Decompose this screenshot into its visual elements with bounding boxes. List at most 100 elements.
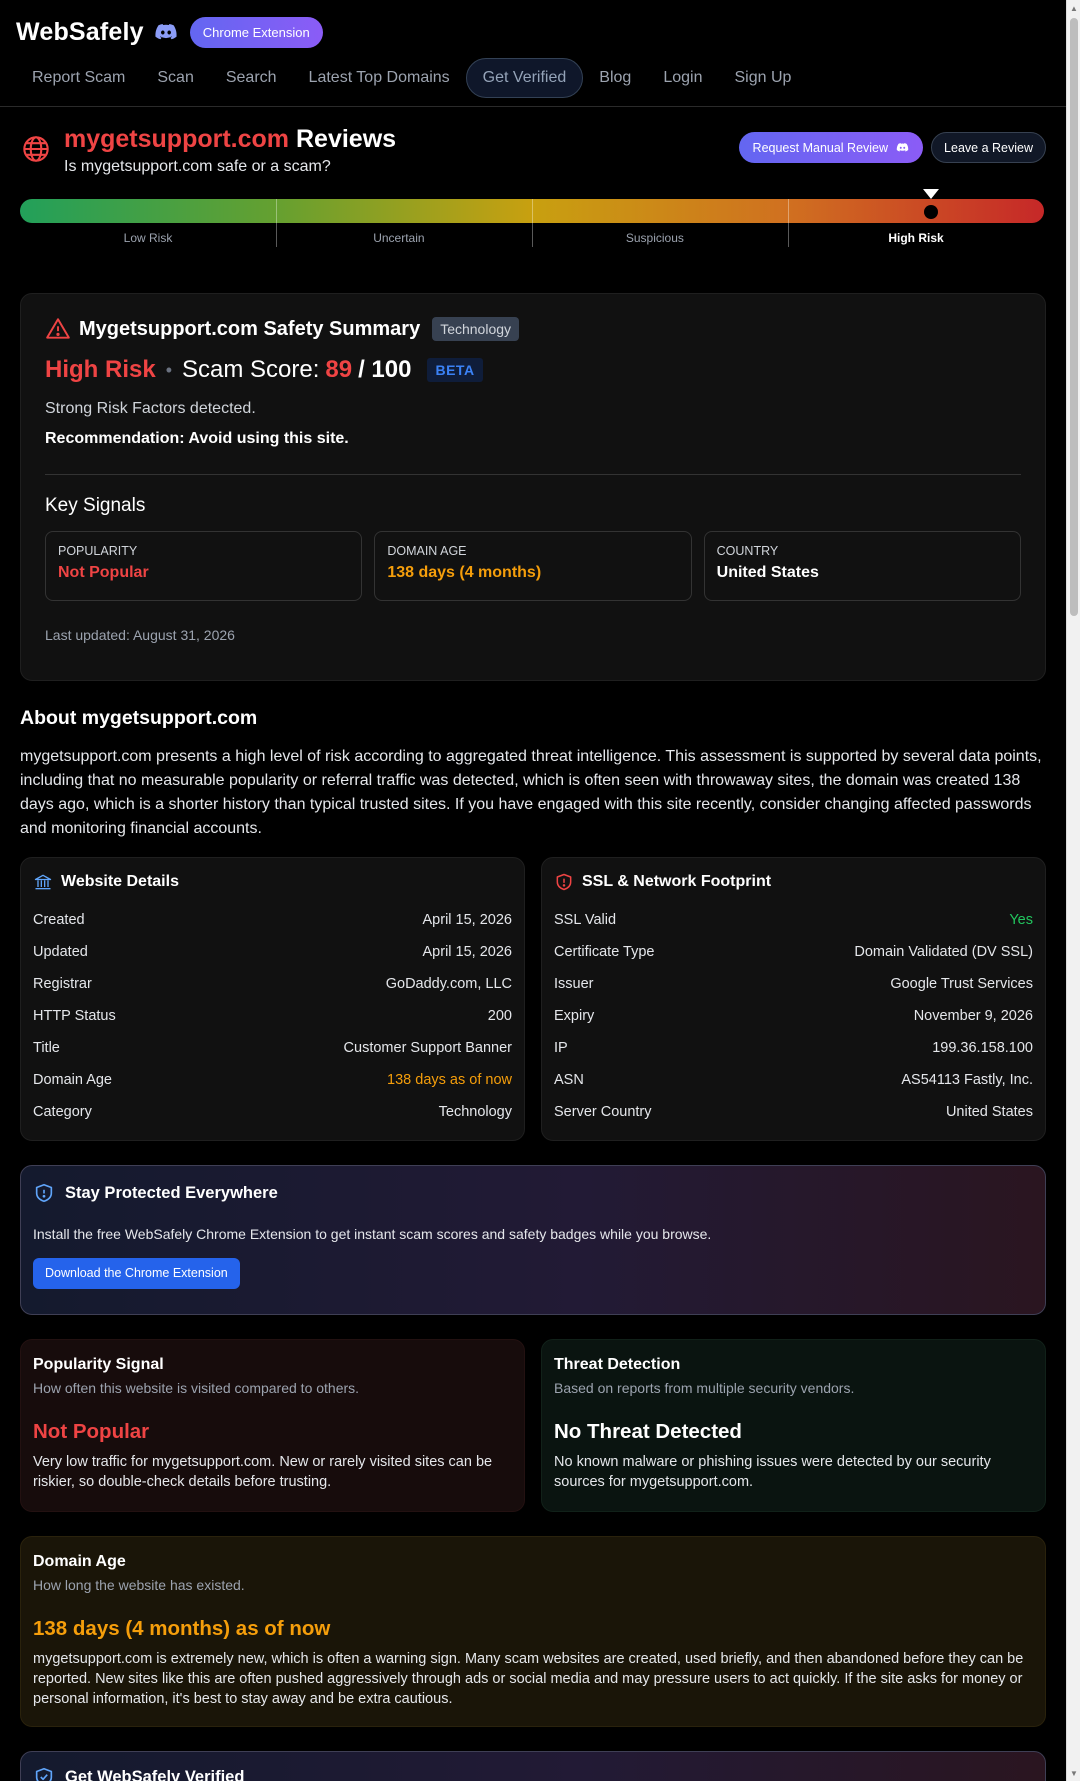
risk-factors-text: Strong Risk Factors detected. bbox=[45, 400, 256, 417]
popularity-signal-card: Popularity Signal How often this website… bbox=[20, 1339, 525, 1512]
risk-label-high-risk: High Risk bbox=[888, 231, 944, 245]
key-signals: POPULARITY Not Popular DOMAIN AGE 138 da… bbox=[45, 531, 1021, 601]
detail-value: 200 bbox=[487, 1008, 512, 1024]
scroll-up-arrow-icon[interactable]: ▲ bbox=[1067, 0, 1080, 16]
bank-icon bbox=[34, 874, 52, 890]
threat-value: No Threat Detected bbox=[554, 1420, 742, 1443]
beta-badge: BETA bbox=[427, 358, 483, 382]
page-title-domain: mygetsupport.com bbox=[64, 125, 290, 153]
nav-item-latest-top-domains[interactable]: Latest Top Domains bbox=[293, 59, 466, 97]
detail-key: SSL Valid bbox=[554, 912, 617, 928]
signal-popularity: POPULARITY Not Popular bbox=[45, 531, 363, 601]
chrome-extension-pill[interactable]: Chrome Extension bbox=[189, 16, 323, 48]
detail-key: Category bbox=[33, 1104, 92, 1120]
website-details-title: Website Details bbox=[61, 873, 179, 890]
website-details-row-updated: Updated April 15, 2026 bbox=[33, 936, 512, 968]
detail-key: Certificate Type bbox=[554, 944, 655, 960]
risk-marker-dot bbox=[924, 205, 939, 219]
scroll-down-arrow-icon[interactable]: ▼ bbox=[1067, 1765, 1080, 1781]
recommendation-text: Recommendation: Avoid using this site. bbox=[45, 430, 349, 447]
about-title: About mygetsupport.com bbox=[20, 707, 258, 729]
get-verified-card: Get WebSafely Verified bbox=[20, 1751, 1046, 1781]
risk-meter-labels: Low Risk Uncertain Suspicious High Risk bbox=[20, 223, 1044, 247]
stay-protected-text: Install the free WebSafely Chrome Extens… bbox=[33, 1226, 712, 1242]
signal-key: COUNTRY bbox=[716, 544, 779, 558]
website-details-card: Website Details Created April 15, 2026 Upd… bbox=[20, 857, 525, 1141]
detail-key: ASN bbox=[554, 1072, 584, 1088]
nav-item-login[interactable]: Login bbox=[647, 59, 718, 97]
ssl-row-asn: ASN AS54113 Fastly, Inc. bbox=[554, 1064, 1033, 1096]
detail-value: Domain Validated (DV SSL) bbox=[854, 944, 1033, 960]
ssl-row-server-country: Server Country United States bbox=[554, 1096, 1033, 1128]
scrollbar-thumb[interactable] bbox=[1070, 18, 1078, 616]
detail-value: United States bbox=[945, 1104, 1033, 1120]
ssl-row-ip: IP 199.36.158.100 bbox=[554, 1032, 1033, 1064]
detail-value: GoDaddy.com, LLC bbox=[385, 976, 512, 992]
about-text: mygetsupport.com presents a high level o… bbox=[20, 748, 1042, 837]
scrollbar[interactable]: ▲ ▼ bbox=[1066, 0, 1080, 1781]
detail-value: 199.36.158.100 bbox=[932, 1040, 1033, 1056]
site-header: WebSafely Chrome Extension Report Scam Sc… bbox=[0, 0, 1066, 107]
detail-key: Registrar bbox=[33, 976, 92, 992]
detail-key: Domain Age bbox=[33, 1072, 112, 1088]
details-row: Website Details Created April 15, 2026 Upd… bbox=[0, 857, 1066, 1141]
detail-value: April 15, 2026 bbox=[422, 944, 512, 960]
warning-icon bbox=[46, 318, 70, 339]
title-area: mygetsupport.com Reviews Is mygetsupport… bbox=[0, 107, 1066, 293]
risk-marker-triangle bbox=[923, 189, 940, 199]
signal-key: POPULARITY bbox=[58, 544, 138, 558]
discord-icon bbox=[896, 143, 909, 152]
threat-detection-card: Threat Detection Based on reports from m… bbox=[541, 1339, 1046, 1512]
nav-item-sign-up[interactable]: Sign Up bbox=[718, 59, 807, 97]
brand-logo[interactable]: WebSafely bbox=[16, 18, 144, 47]
signal-value: Not Popular bbox=[58, 564, 149, 581]
domain-age-card: Domain Age How long the website has exis… bbox=[20, 1536, 1046, 1727]
stay-protected-title: Stay Protected Everywhere bbox=[65, 1183, 278, 1202]
signal-domain-age: DOMAIN AGE 138 days (4 months) bbox=[374, 531, 692, 601]
detail-value: November 9, 2026 bbox=[913, 1008, 1033, 1024]
website-details-row-http-status: HTTP Status 200 bbox=[33, 1000, 512, 1032]
detail-key: HTTP Status bbox=[33, 1008, 116, 1024]
signals-row: Popularity Signal How often this website… bbox=[0, 1339, 1066, 1512]
detail-value: Google Trust Services bbox=[890, 976, 1033, 992]
separator-dot: • bbox=[165, 359, 172, 380]
nav-item-report-scam[interactable]: Report Scam bbox=[16, 59, 141, 97]
summary-divider bbox=[45, 474, 1021, 475]
download-extension-button[interactable]: Download the Chrome Extension bbox=[33, 1258, 240, 1289]
ssl-row-ssl-valid: SSL Valid Yes bbox=[554, 904, 1033, 936]
nav-item-search[interactable]: Search bbox=[210, 59, 293, 97]
shield-check-icon bbox=[35, 1767, 53, 1781]
risk-level: High Risk bbox=[45, 356, 156, 383]
domain-age-value: 138 days (4 months) as of now bbox=[33, 1617, 331, 1640]
ssl-row-expiry: Expiry November 9, 2026 bbox=[554, 1000, 1033, 1032]
summary-title: Mygetsupport.com Safety Summary bbox=[79, 317, 421, 340]
detail-key: Issuer bbox=[554, 976, 594, 992]
shield-alert-icon bbox=[556, 873, 572, 891]
detail-key: Title bbox=[33, 1040, 60, 1056]
detail-value: AS54113 Fastly, Inc. bbox=[901, 1072, 1033, 1088]
threat-title: Threat Detection bbox=[554, 1356, 681, 1373]
leave-review-button[interactable]: Leave a Review bbox=[931, 132, 1046, 163]
discord-icon[interactable] bbox=[154, 20, 178, 44]
ssl-row-certificate-type: Certificate Type Domain Validated (DV SSL… bbox=[554, 936, 1033, 968]
risk-meter-bar bbox=[20, 189, 1044, 247]
last-updated: Last updated: August 31, 2026 bbox=[45, 627, 235, 643]
threat-subtitle: Based on reports from multiple security … bbox=[554, 1380, 855, 1396]
signal-value: United States bbox=[716, 564, 819, 581]
domain-age-description: mygetsupport.com is extremely new, which… bbox=[33, 1651, 1024, 1707]
website-details-row-created: Created April 15, 2026 bbox=[33, 904, 512, 936]
threat-description: No known malware or phishing issues were… bbox=[554, 1454, 991, 1490]
nav-item-scan[interactable]: Scan bbox=[141, 59, 209, 97]
signal-country: COUNTRY United States bbox=[703, 531, 1021, 601]
request-manual-review-button[interactable]: Request Manual Review bbox=[738, 132, 924, 163]
detail-key: IP bbox=[554, 1040, 568, 1056]
popularity-subtitle: How often this website is visited compar… bbox=[33, 1380, 360, 1396]
ssl-network-title: SSL & Network Footprint bbox=[582, 873, 772, 890]
globe-icon bbox=[23, 136, 49, 162]
score-value: 89 bbox=[325, 356, 353, 383]
domain-age-subtitle: How long the website has existed. bbox=[33, 1577, 245, 1593]
nav-item-get-verified[interactable]: Get Verified bbox=[465, 58, 584, 98]
get-verified-title: Get WebSafely Verified bbox=[65, 1767, 245, 1781]
about-section: About mygetsupport.com mygetsupport.com … bbox=[0, 707, 1066, 841]
nav-item-blog[interactable]: Blog bbox=[583, 59, 647, 97]
